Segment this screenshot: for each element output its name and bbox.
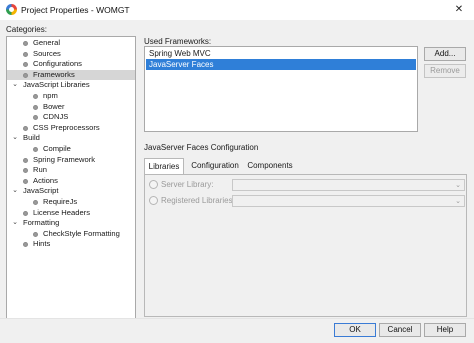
cancel-button[interactable]: Cancel [379,323,421,337]
tab-components[interactable]: Components [244,158,296,174]
tree-item-label: Actions [33,175,58,185]
tree-node-icon [33,200,38,205]
add-framework-button[interactable]: Add... [424,47,466,61]
tree-item-label: npm [43,91,58,100]
tree-item-label: Spring Framework [33,154,96,164]
server-library-label: Server Library: [161,180,214,189]
tree-node-icon [23,210,28,216]
tree-node-icon [33,115,38,121]
chevron-down-icon[interactable]: ⌄ [11,80,19,91]
tree-node-icon [33,94,38,99]
used-frameworks-list[interactable]: Spring Web MVC JavaServer Faces [144,46,418,132]
tree-item[interactable]: Run [7,165,135,176]
categories-label: Categories: [6,25,47,34]
tree-node-icon [33,104,38,110]
tree-item-label: CheckStyle Formatting [43,228,120,238]
framework-list-item[interactable]: JavaServer Faces [146,59,416,70]
server-library-row: Server Library: ⌄ [148,179,466,191]
tree-node-icon [33,147,38,152]
framework-list-item[interactable]: Spring Web MVC [146,48,416,59]
used-frameworks-label: Used Frameworks: [144,37,212,46]
tree-item-label: Run [33,165,47,175]
registered-libraries-row: Registered Libraries: ⌄ [148,195,466,207]
tree-item[interactable]: Hints [7,239,135,250]
jsf-configuration-title: JavaServer Faces Configuration [144,143,259,152]
tree-node-icon [23,157,28,163]
app-logo-icon [6,4,17,15]
tree-item-label: Bower [43,101,65,111]
tree-item[interactable]: Sources [7,49,135,60]
tree-item[interactable]: Actions [7,176,135,187]
tree-item-label: General [33,38,61,47]
tree-node-icon [23,178,28,184]
tree-item[interactable]: License Headers [7,208,135,219]
tree-item[interactable]: CDNJS [7,112,135,123]
server-library-radio[interactable] [149,180,158,189]
categories-tree[interactable]: General Sources Configurations Frameworks ⌄ J… [6,36,136,319]
chevron-down-icon[interactable]: ⌄ [11,186,19,197]
tree-item[interactable]: Bower [7,102,135,113]
chevron-down-icon[interactable]: ⌄ [11,218,19,229]
tree-item-label: CSS Preprocessors [33,122,100,132]
tree-item-label: Frameworks [33,69,75,79]
tree-item[interactable]: ⌄ Build [7,133,135,144]
tree-item-label: Build [23,133,40,143]
tree-item-label: Formatting [23,218,60,228]
tree-node-icon [23,72,28,78]
tab-libraries[interactable]: Libraries [144,158,184,174]
tree-item[interactable]: Frameworks [7,69,135,81]
tree-item-label: Hints [33,239,51,249]
title-bar: Project Properties - WOMGT ✕ [0,0,474,20]
tab-configuration[interactable]: Configuration [186,158,244,174]
registered-libraries-label: Registered Libraries: [161,196,235,205]
tree-item[interactable]: Configurations [7,59,135,70]
libraries-tab-panel: Server Library: ⌄ Registered Libraries: … [144,174,467,317]
tree-item[interactable]: npm [7,91,135,102]
chevron-down-icon[interactable]: ⌄ [11,133,19,144]
window-title: Project Properties - WOMGT [21,5,130,15]
tree-item[interactable]: RequireJs [7,197,135,208]
tree-item[interactable]: Spring Framework [7,155,135,166]
tree-node-icon [33,231,38,237]
tree-item-label: CDNJS [43,112,69,122]
server-library-select[interactable]: ⌄ [232,179,465,191]
footer-divider [0,318,474,319]
tree-item[interactable]: ⌄ Formatting [7,218,135,229]
tree-item[interactable]: ⌄ JavaScript [7,186,135,197]
chevron-down-icon: ⌄ [455,182,461,189]
tree-item[interactable]: General [7,38,135,49]
registered-libraries-radio[interactable] [149,196,158,205]
tree-item-label: RequireJs [43,197,78,206]
tree-item-label: Sources [33,48,61,58]
jsf-tabs: Libraries Configuration Components [144,158,464,174]
tree-node-icon [23,41,28,46]
tree-node-icon [23,242,28,248]
tree-node-icon [23,51,28,57]
tree-node-icon [23,168,28,174]
ok-button[interactable]: OK [334,323,376,337]
tree-node-icon [23,125,28,131]
tree-item[interactable]: CheckStyle Formatting [7,229,135,240]
tree-item-label: License Headers [33,207,90,217]
tree-item-label: JavaScript [23,186,59,196]
tree-item-label: Configurations [33,59,82,69]
chevron-down-icon: ⌄ [455,198,461,205]
remove-framework-button[interactable]: Remove [424,64,466,78]
tree-item[interactable]: Compile [7,144,135,155]
tree-item[interactable]: CSS Preprocessors [7,123,135,134]
close-window-button[interactable]: ✕ [444,0,474,20]
help-button[interactable]: Help [424,323,466,337]
tree-node-icon [23,62,28,68]
registered-libraries-select[interactable]: ⌄ [232,195,465,207]
tree-item-label: Compile [43,144,71,153]
tree-item-label: JavaScript Libraries [23,80,90,90]
tree-item[interactable]: ⌄ JavaScript Libraries [7,80,135,91]
